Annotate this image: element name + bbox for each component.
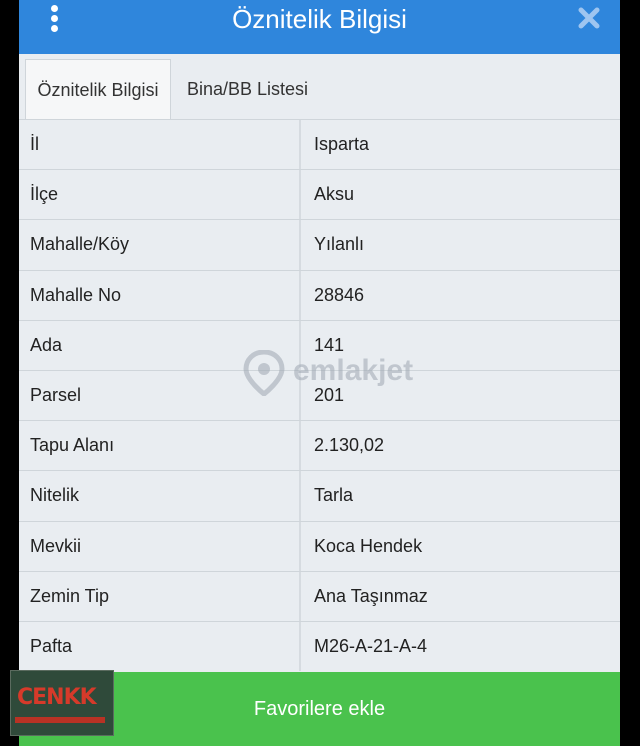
row-value: Aksu <box>314 184 355 205</box>
row-key: Zemin Tip <box>19 571 301 621</box>
table-row: Zemin Tip Ana Taşınmaz <box>19 570 620 621</box>
table-row: Mahalle No 28846 <box>19 269 620 320</box>
table-row: Mahalle/Köy Yılanlı <box>19 219 620 270</box>
row-value: 201 <box>314 384 345 405</box>
row-key: İl <box>19 120 301 170</box>
row-key: İlçe <box>19 170 301 220</box>
row-value: 28846 <box>314 284 365 305</box>
row-key: Tapu Alanı <box>19 421 301 471</box>
page-title: Öznitelik Bilgisi <box>232 4 407 34</box>
table-row: Ada 141 <box>19 319 620 370</box>
table-row: Nitelik Tarla <box>19 470 620 521</box>
table-row: Pafta M26-A-21-A-4 <box>19 620 620 672</box>
close-icon[interactable] <box>578 7 600 29</box>
corner-logo-text: CENKK <box>17 685 97 710</box>
header-bar: Öznitelik Bilgisi <box>19 0 620 54</box>
tab-attribute-info[interactable]: Öznitelik Bilgisi <box>25 59 171 119</box>
row-key: Mahalle No <box>19 270 301 320</box>
attribute-info-panel: Öznitelik Bilgisi Öznitelik Bilgisi Bina… <box>19 0 620 746</box>
corner-logo-bar <box>15 717 105 723</box>
row-value: Isparta <box>314 134 370 154</box>
kebab-menu-icon[interactable] <box>47 5 61 35</box>
table-row: Parsel 201 <box>19 369 620 421</box>
row-key: Mahalle/Köy <box>19 220 301 270</box>
row-key: Parsel <box>19 370 301 421</box>
row-value: M26-A-21-A-4 <box>314 635 428 656</box>
row-key: Pafta <box>19 621 301 672</box>
attribute-table: İl Isparta İlçe Aksu Mahalle/Köy Yılanlı… <box>19 119 620 672</box>
tab-bar: Öznitelik Bilgisi Bina/BB Listesi <box>19 59 620 119</box>
row-value: 141 <box>314 334 345 355</box>
row-key: Ada <box>19 320 301 370</box>
table-row: İl Isparta <box>19 119 620 170</box>
table-row: İlçe Aksu <box>19 169 620 220</box>
row-key: Nitelik <box>19 471 301 521</box>
row-key: Mevkii <box>19 521 301 571</box>
row-value: Koca Hendek <box>314 535 423 556</box>
row-value: 2.130,02 <box>314 435 385 456</box>
row-value: Tarla <box>314 485 354 506</box>
row-value: Yılanlı <box>314 234 365 255</box>
corner-logo: CENKK <box>10 670 114 736</box>
table-row: Mevkii Koca Hendek <box>19 520 620 571</box>
tab-building-list[interactable]: Bina/BB Listesi <box>187 59 308 119</box>
row-value: Ana Taşınmaz <box>314 585 428 606</box>
table-row: Tapu Alanı 2.130,02 <box>19 420 620 471</box>
